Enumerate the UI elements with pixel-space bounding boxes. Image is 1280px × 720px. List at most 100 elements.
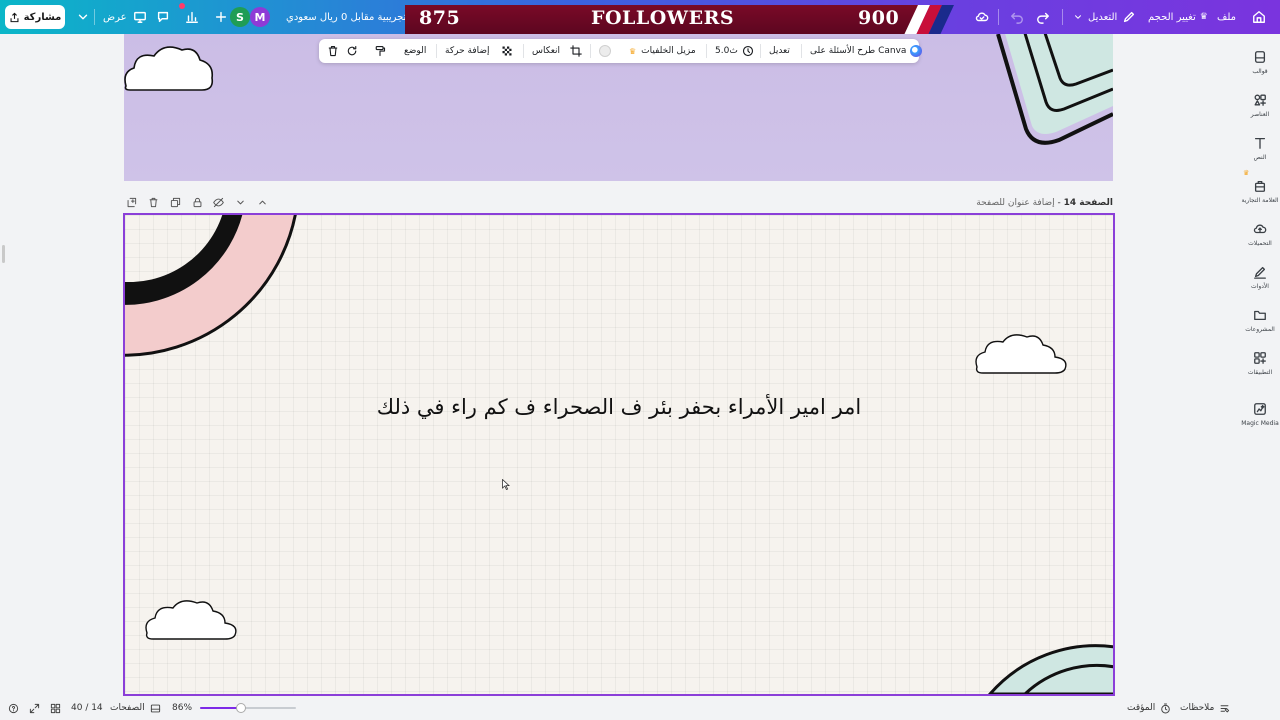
teal-arc-shape bbox=[988, 644, 1113, 694]
color-swatch-button[interactable] bbox=[599, 39, 611, 63]
trash-icon bbox=[328, 45, 338, 57]
bg-remover-button[interactable]: ♛ مزيل الخلفيات bbox=[629, 39, 696, 63]
hide-icon[interactable] bbox=[213, 197, 224, 208]
text-icon bbox=[1254, 137, 1266, 149]
left-panel-handle[interactable] bbox=[2, 245, 5, 263]
zoom-slider-fill bbox=[200, 707, 242, 709]
right-sidebar: قوالب العناصر النص العلامة التجارية التح… bbox=[1240, 34, 1280, 696]
zoom-slider[interactable] bbox=[200, 703, 296, 713]
home-button[interactable] bbox=[1252, 0, 1266, 34]
plus-icon bbox=[215, 11, 227, 23]
position-button[interactable]: الوضع bbox=[404, 39, 426, 63]
magic-media-icon bbox=[1254, 402, 1266, 415]
notes-icon bbox=[1220, 704, 1230, 712]
fullscreen-button[interactable] bbox=[29, 696, 40, 720]
avatar-m[interactable]: M bbox=[250, 7, 270, 27]
current-page-canvas[interactable]: امر امير الأمراء بحفر بئر ف الصحراء ف كم… bbox=[123, 213, 1115, 696]
timer-button[interactable]: المؤقت bbox=[1127, 696, 1171, 720]
file-menu-button[interactable]: ملف bbox=[1217, 0, 1236, 34]
share-icon bbox=[10, 12, 19, 22]
duration-button[interactable]: 5.0ث bbox=[715, 39, 754, 63]
chevron-down-icon[interactable] bbox=[235, 197, 246, 208]
page-title-row[interactable]: الصفحة 14 - إضافة عنوان للصفحة bbox=[976, 198, 1113, 208]
sidebar-item-uploads[interactable]: التحميلات bbox=[1240, 214, 1280, 254]
sidebar-item-projects[interactable]: المشروعات bbox=[1240, 300, 1280, 340]
present-icon bbox=[133, 11, 146, 23]
pencil-icon bbox=[1124, 11, 1135, 23]
cloud-shape bbox=[124, 46, 214, 91]
chevron-up-icon[interactable] bbox=[257, 197, 268, 208]
zoom-slider-thumb[interactable] bbox=[236, 703, 247, 713]
tools-icon bbox=[1254, 266, 1266, 279]
page-number-label: الصفحة 14 bbox=[1063, 198, 1113, 208]
redo-button[interactable] bbox=[1036, 0, 1050, 34]
delete-button[interactable] bbox=[327, 39, 339, 63]
sidebar-item-elements[interactable]: العناصر bbox=[1240, 85, 1280, 125]
resize-button[interactable]: تغيير الحجم ♛ bbox=[1148, 0, 1208, 34]
sidebar-item-tools[interactable]: الأدوات bbox=[1240, 257, 1280, 297]
insights-button[interactable] bbox=[185, 0, 199, 34]
templates-icon bbox=[1254, 50, 1266, 63]
share-label: مشاركة bbox=[23, 11, 62, 23]
add-collaborator-button[interactable] bbox=[214, 0, 228, 34]
chevron-down-icon bbox=[1075, 15, 1081, 19]
pink-arc-shape bbox=[125, 215, 297, 357]
share-button[interactable]: مشاركة bbox=[5, 5, 65, 29]
sidebar-item-apps[interactable]: التطبيقات bbox=[1240, 343, 1280, 383]
paint-roller-icon bbox=[375, 45, 386, 57]
page-text-box[interactable]: امر امير الأمراء بحفر بئر ف الصحراء ف كم… bbox=[125, 395, 1113, 419]
sidebar-item-brand[interactable]: العلامة التجارية bbox=[1240, 171, 1280, 211]
regenerate-button[interactable] bbox=[346, 39, 358, 63]
undo-icon bbox=[1011, 12, 1023, 24]
context-toolbar: الوضع إضافة حركة انعكاس ♛ مزيل الخلفيات … bbox=[319, 39, 923, 63]
crown-icon: ♛ bbox=[1199, 12, 1208, 22]
bar-chart-icon bbox=[186, 11, 198, 23]
animate-button[interactable]: إضافة حركة bbox=[445, 39, 490, 63]
timer-icon bbox=[1161, 703, 1171, 713]
zoom-value[interactable]: 86% bbox=[172, 696, 192, 720]
elements-icon bbox=[1254, 94, 1266, 106]
avatar-s[interactable]: S bbox=[230, 7, 250, 27]
flip-button[interactable]: انعكاس bbox=[532, 39, 560, 63]
sidebar-item-templates[interactable]: قوالب bbox=[1240, 42, 1280, 82]
corner-shape bbox=[996, 34, 1113, 145]
apps-icon bbox=[1254, 351, 1266, 364]
save-status-button[interactable] bbox=[975, 0, 989, 34]
add-page-title[interactable]: إضافة عنوان للصفحة bbox=[976, 198, 1054, 208]
present-label: عرض bbox=[103, 11, 127, 23]
transparency-button[interactable] bbox=[501, 39, 513, 63]
uploads-icon bbox=[1253, 224, 1267, 233]
page-count[interactable]: 40 / 14 bbox=[71, 696, 103, 720]
help-button[interactable] bbox=[8, 696, 19, 720]
present-button[interactable]: عرض bbox=[103, 0, 147, 34]
edit-button[interactable]: تعديل bbox=[769, 39, 790, 63]
color-swatch bbox=[599, 45, 611, 57]
edit-mode-button[interactable]: التعديل bbox=[1073, 0, 1136, 34]
help-icon bbox=[8, 703, 19, 713]
crown-icon: ♛ bbox=[1243, 169, 1250, 177]
sidebar-item-magic-media[interactable]: Magic Media bbox=[1240, 394, 1280, 434]
grid-view-button[interactable] bbox=[50, 696, 61, 720]
present-dropdown-button[interactable] bbox=[76, 0, 90, 34]
banner-title: FOLLOWERS bbox=[591, 7, 735, 29]
comments-button[interactable] bbox=[156, 0, 170, 34]
pages-button[interactable]: الصفحات bbox=[110, 696, 161, 720]
add-page-icon[interactable] bbox=[126, 197, 137, 208]
trial-text[interactable]: التجريبية مقابل 0 ريال سعودي bbox=[286, 0, 412, 34]
notes-button[interactable]: ملاحظات bbox=[1180, 696, 1230, 720]
checkerboard-icon bbox=[502, 46, 512, 56]
chevron-down-icon bbox=[78, 14, 88, 20]
comment-icon bbox=[157, 11, 169, 23]
duplicate-icon[interactable] bbox=[170, 197, 181, 208]
refresh-icon bbox=[347, 45, 357, 56]
lock-icon[interactable] bbox=[192, 197, 203, 208]
brand-icon bbox=[1254, 180, 1266, 192]
trash-icon[interactable] bbox=[148, 197, 159, 208]
copy-style-button[interactable] bbox=[374, 39, 386, 63]
sidebar-item-text[interactable]: النص bbox=[1240, 128, 1280, 168]
crop-button[interactable] bbox=[570, 39, 582, 63]
ask-canva-button[interactable]: طرح الأسئلة على Canva bbox=[810, 39, 923, 63]
bottom-bar: 40 / 14 الصفحات 86% المؤقت ملاحظات bbox=[0, 696, 1280, 720]
crown-icon: ♛ bbox=[629, 46, 637, 56]
undo-button[interactable] bbox=[1010, 0, 1024, 34]
